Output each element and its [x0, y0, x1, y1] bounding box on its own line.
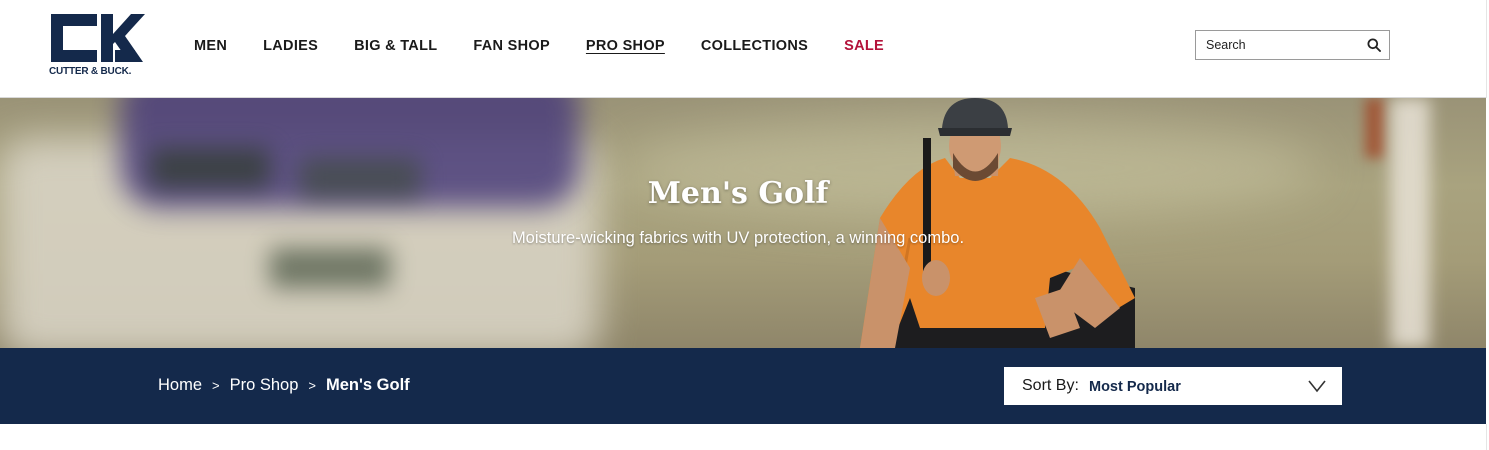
logo-mark-icon — [51, 14, 145, 62]
page-title: Men's Golf — [647, 176, 829, 211]
nav-item-big-tall[interactable]: BIG & TALL — [354, 38, 437, 54]
hero-banner: Men's Golf Moisture-wicking fabrics with… — [0, 98, 1486, 348]
nav-item-collections[interactable]: COLLECTIONS — [701, 38, 808, 54]
page-edge-divider — [1486, 424, 1487, 450]
site-header: CUTTER & BUCK. MEN LADIES BIG & TALL FAN… — [0, 0, 1486, 98]
page-subtitle: Moisture-wicking fabrics with UV protect… — [511, 229, 965, 247]
search-box — [1195, 30, 1390, 60]
nav-item-ladies[interactable]: LADIES — [263, 38, 318, 54]
search-icon[interactable] — [1367, 38, 1381, 52]
breadcrumb-item-pro-shop[interactable]: Pro Shop — [230, 376, 299, 395]
breadcrumb-separator: > — [212, 378, 220, 393]
nav-item-fan-shop[interactable]: FAN SHOP — [473, 38, 550, 54]
brand-wordmark: CUTTER & BUCK. — [49, 66, 132, 77]
search-input[interactable] — [1196, 31, 1361, 59]
brand-logo[interactable]: CUTTER & BUCK. — [49, 12, 149, 80]
golfer-image — [860, 98, 1135, 348]
nav-item-sale[interactable]: SALE — [844, 38, 884, 54]
sort-label: Sort By: — [1022, 377, 1079, 394]
nav-item-pro-shop[interactable]: PRO SHOP — [586, 38, 665, 54]
chevron-down-icon — [1308, 380, 1326, 393]
sort-dropdown[interactable]: Sort By: Most Popular — [1003, 366, 1343, 406]
breadcrumb: Home > Pro Shop > Men's Golf — [158, 376, 410, 395]
sort-selected-value: Most Popular — [1089, 379, 1181, 395]
page-edge-divider — [1486, 0, 1487, 98]
breadcrumb-bar: Home > Pro Shop > Men's Golf Sort By: Mo… — [0, 348, 1486, 424]
breadcrumb-item-home[interactable]: Home — [158, 376, 202, 395]
hero-background-blur — [1365, 98, 1385, 158]
breadcrumb-item-current: Men's Golf — [326, 376, 410, 394]
nav-item-men[interactable]: MEN — [194, 38, 227, 54]
main-nav: MEN LADIES BIG & TALL FAN SHOP PRO SHOP … — [194, 36, 920, 56]
hero-background-blur — [270, 248, 390, 288]
hero-background-blur — [1390, 98, 1430, 348]
breadcrumb-separator: > — [308, 378, 316, 393]
